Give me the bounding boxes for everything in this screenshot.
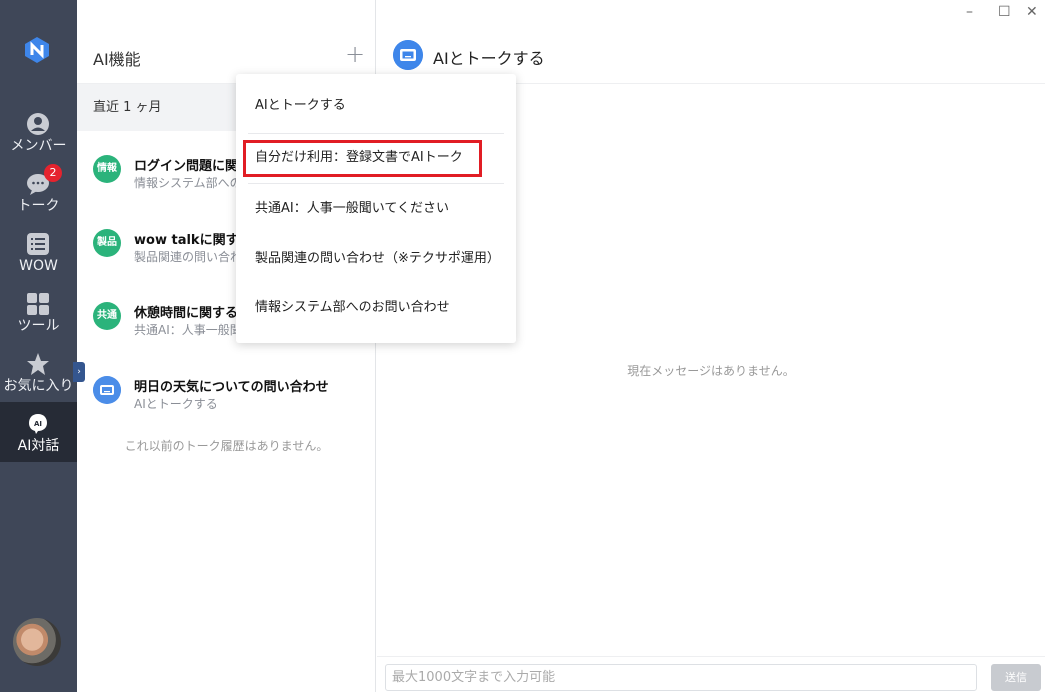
unread-badge: 2 xyxy=(44,164,62,182)
conversation-subtitle: 製品関連の問い合わ xyxy=(134,250,243,264)
wow-list-icon xyxy=(27,233,49,255)
conversation-subtitle: AIとトークする xyxy=(134,397,218,411)
menu-item-hr-common[interactable]: 共通AI：人事一般聞いてください xyxy=(236,189,516,229)
maximize-button[interactable]: ☐ xyxy=(998,4,1011,20)
menu-divider xyxy=(248,133,504,134)
add-conversation-button[interactable]: + xyxy=(345,42,365,66)
star-icon xyxy=(27,353,49,375)
category-icon: 情報 xyxy=(93,155,121,183)
category-icon: 製品 xyxy=(93,229,121,257)
user-avatar[interactable] xyxy=(13,618,61,666)
rail-label-favorites: お気に入り xyxy=(3,378,74,394)
conversation-title: ログイン問題に関す xyxy=(134,159,252,174)
rail-label-talk: トーク xyxy=(17,198,60,214)
conversation-title: wow talkに関する xyxy=(134,233,252,248)
rail-item-members[interactable]: メンバー xyxy=(0,112,77,172)
message-composer: 最大1000文字まで入力可能 送信 xyxy=(377,656,1045,692)
empty-message-text: 現在メッセージはありません。 xyxy=(627,364,795,378)
ai-bot-icon xyxy=(93,376,121,404)
no-history-text: これ以前のトーク履歴はありません。 xyxy=(124,439,329,453)
rail-item-ai-chat[interactable]: AI AI対話 xyxy=(0,402,77,462)
rail-item-tools[interactable]: ツール xyxy=(0,292,77,352)
conversation-subtitle: 共通AI：人事一般聞 xyxy=(134,323,242,337)
conversation-item[interactable]: 明日の天気についての問い合わせ AIとトークする xyxy=(77,376,375,436)
list-title: AI機能 xyxy=(93,50,141,69)
close-button[interactable]: ✕ xyxy=(1026,4,1038,20)
rail-item-wow[interactable]: WOW xyxy=(0,232,77,292)
highlight-box xyxy=(243,140,482,177)
menu-divider xyxy=(248,183,504,184)
category-icon: 共通 xyxy=(93,302,121,330)
chat-title: AIとトークする xyxy=(433,49,545,68)
app-logo-icon[interactable] xyxy=(23,36,51,64)
rail-label-members: メンバー xyxy=(10,138,67,154)
rail-label-tools: ツール xyxy=(17,318,60,334)
ai-icon-text: AI xyxy=(34,420,42,428)
grid-tools-icon xyxy=(27,293,49,315)
menu-item-ai-talk[interactable]: AIとトークする xyxy=(236,86,516,126)
rail-label-ai-chat: AI対話 xyxy=(17,438,60,454)
message-input[interactable]: 最大1000文字まで入力可能 xyxy=(385,664,977,691)
left-rail: メンバー 2 トーク WOW ツール お気に入り AI AI対話 xyxy=(0,0,77,692)
conversation-subtitle: 情報システム部への xyxy=(134,176,242,190)
menu-item-it-dept[interactable]: 情報システム部へのお問い合わせ xyxy=(236,288,516,328)
conversation-title: 明日の天気についての問い合わせ xyxy=(134,380,329,395)
member-icon xyxy=(27,113,49,135)
rail-label-wow: WOW xyxy=(19,258,58,274)
send-button[interactable]: 送信 xyxy=(991,664,1041,691)
conversation-title: 休憩時間に関する質 xyxy=(134,306,252,321)
minimize-button[interactable]: – xyxy=(966,4,973,20)
ai-chat-icon: AI xyxy=(29,414,47,434)
app-window: – ☐ ✕ メンバー 2 トーク WOW ツール お気に入り AI AI対話 ›… xyxy=(0,0,1045,692)
rail-item-talk[interactable]: 2 トーク xyxy=(0,164,77,232)
ai-feature-dropdown: AIとトークする 自分だけ利用：登録文書でAIトーク 共通AI：人事一般聞いてく… xyxy=(236,74,516,343)
ai-bot-icon xyxy=(393,40,423,70)
menu-item-product[interactable]: 製品関連の問い合わせ（※テクサポ運用） xyxy=(236,239,516,279)
